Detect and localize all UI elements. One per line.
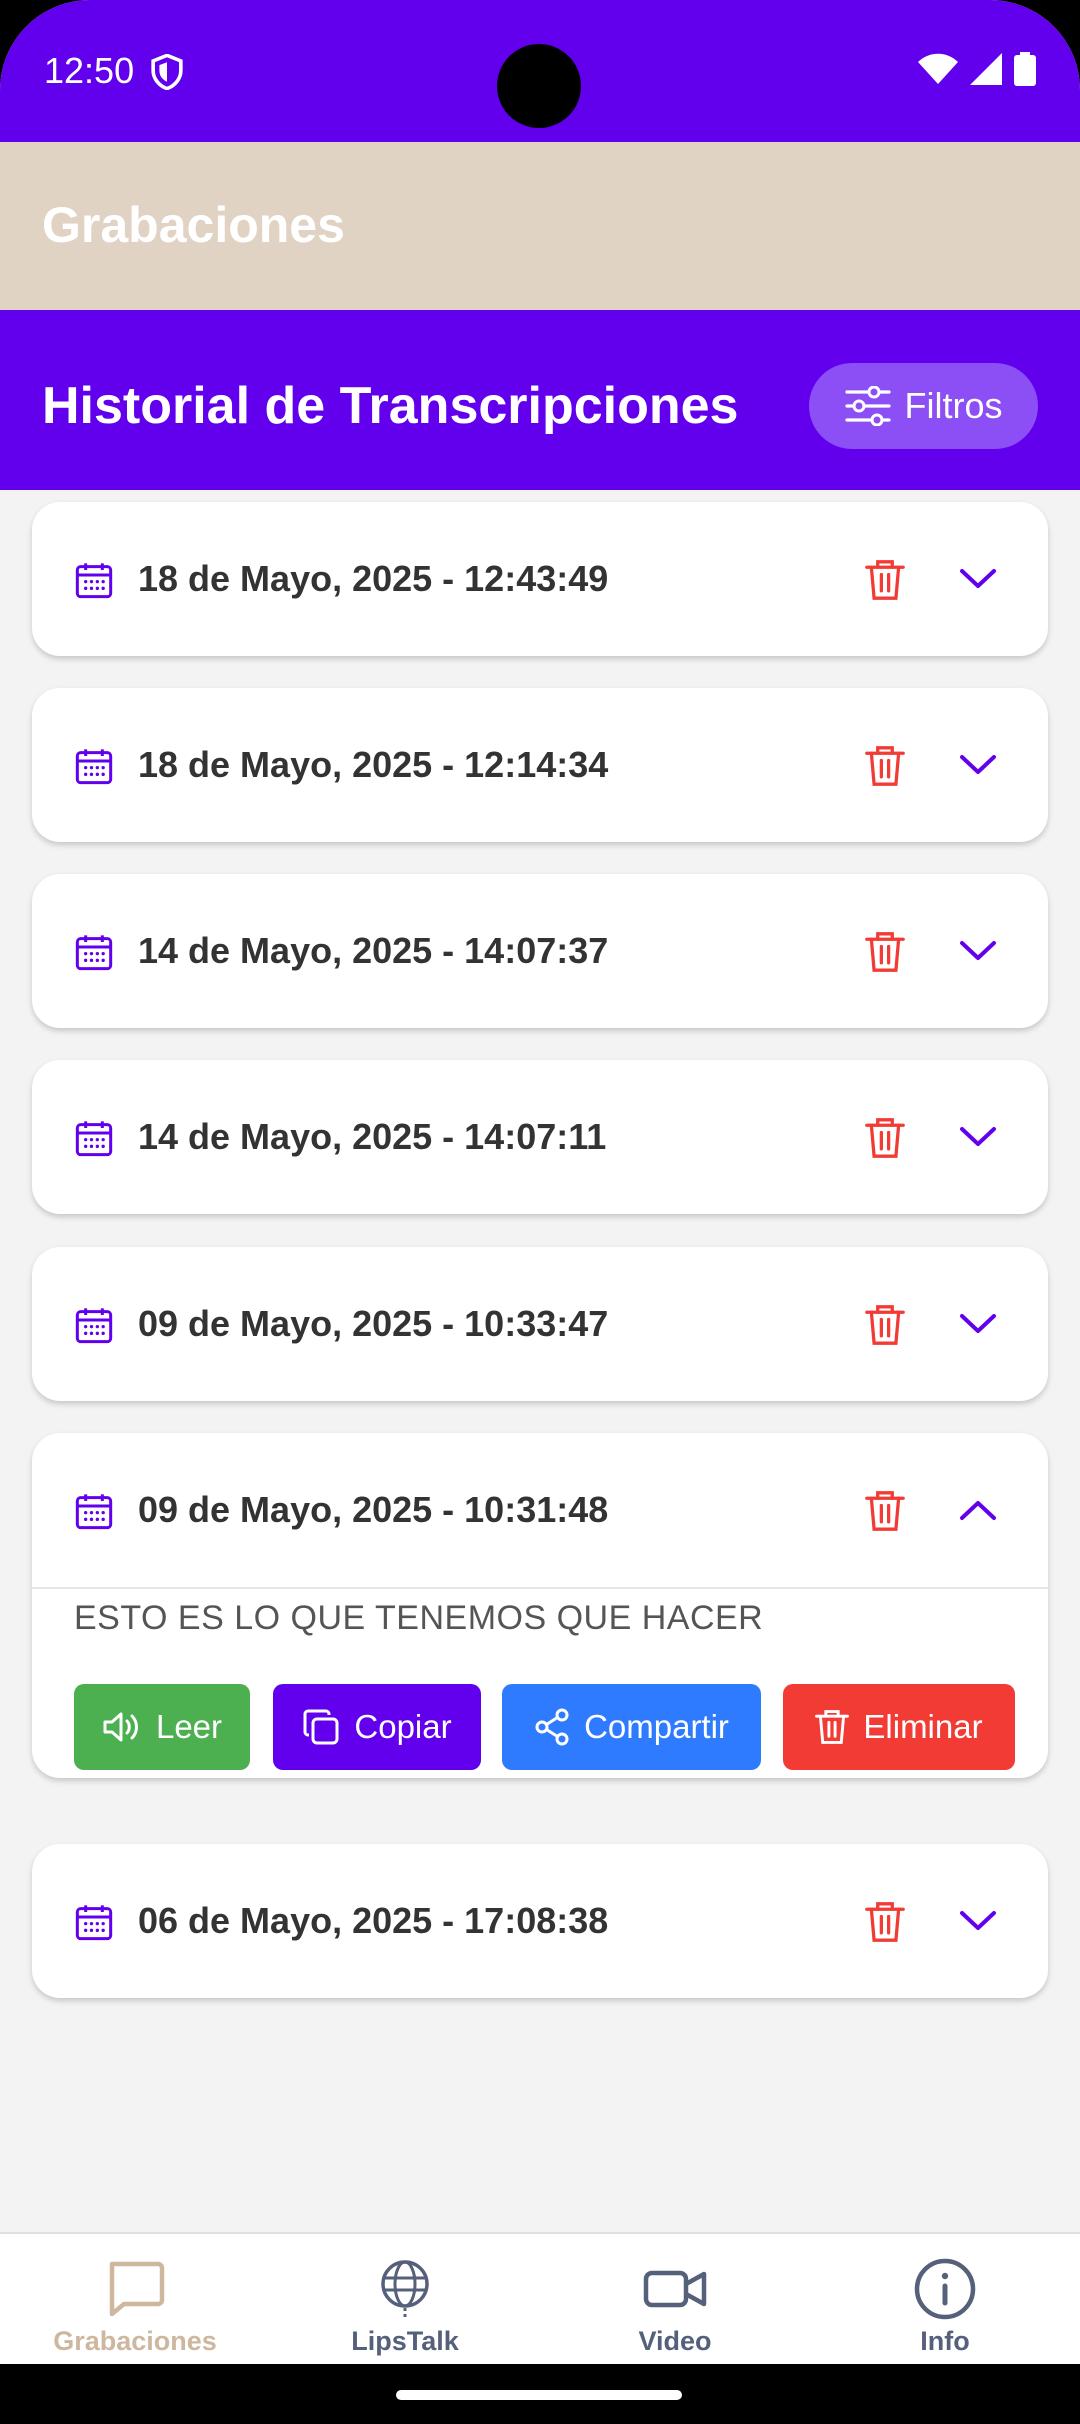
calendar-icon <box>75 563 113 599</box>
trash-icon <box>815 1710 850 1744</box>
chevron-down-icon[interactable] <box>958 750 998 780</box>
shield-icon <box>151 54 183 90</box>
transcription-text: ESTO ES LO QUE TENEMOS QUE HACER <box>74 1599 764 1637</box>
page-title: Historial de Transcripciones <box>42 377 739 435</box>
camera-cutout <box>497 44 581 128</box>
filters-label: Filtros <box>904 385 1003 426</box>
history-header: Historial de Transcripciones Filtros <box>0 310 1080 490</box>
speaker-icon <box>103 1712 138 1742</box>
nav-item-lipstalk[interactable]: LipsTalk <box>270 2256 540 2357</box>
share-button[interactable]: Compartir <box>502 1684 761 1770</box>
read-button[interactable]: Leer <box>74 1684 250 1770</box>
info-icon <box>914 2258 976 2320</box>
recording-card[interactable]: 18 de Mayo, 2025 - 12:43:49 <box>32 502 1048 656</box>
nav-item-info[interactable]: Info <box>810 2256 1080 2357</box>
calendar-icon <box>75 1905 113 1941</box>
calendar-icon <box>75 1308 113 1344</box>
chat-icon <box>109 2261 165 2317</box>
battery-icon <box>1014 52 1036 86</box>
nav-label-info: Info <box>920 2326 970 2356</box>
wifi-icon <box>918 53 958 84</box>
home-indicator[interactable] <box>396 2390 682 2400</box>
trash-icon[interactable] <box>865 744 905 788</box>
video-icon <box>643 2270 707 2308</box>
copy-icon <box>303 1709 339 1745</box>
chevron-down-icon[interactable] <box>958 936 998 966</box>
chevron-down-icon[interactable] <box>958 1309 998 1339</box>
sliders-icon <box>844 386 891 426</box>
filters-button[interactable]: Filtros <box>809 363 1038 449</box>
recording-card[interactable]: 06 de Mayo, 2025 - 17:08:38 <box>32 1844 1048 1998</box>
delete-label: Eliminar <box>863 1708 983 1745</box>
chevron-down-icon[interactable] <box>958 1122 998 1152</box>
trash-icon[interactable] <box>865 1900 905 1944</box>
recording-date: 18 de Mayo, 2025 - 12:14:34 <box>138 744 609 785</box>
signal-icon <box>970 53 1002 85</box>
delete-button[interactable]: Eliminar <box>783 1684 1015 1770</box>
calendar-icon <box>75 1494 113 1530</box>
recording-card-expanded[interactable]: 09 de Mayo, 2025 - 10:31:48 ESTO ES LO Q… <box>32 1433 1048 1778</box>
recording-date: 14 de Mayo, 2025 - 14:07:37 <box>138 930 609 971</box>
recording-date: 14 de Mayo, 2025 - 14:07:11 <box>138 1116 607 1157</box>
share-icon <box>535 1708 569 1746</box>
trash-icon[interactable] <box>865 558 905 602</box>
calendar-icon <box>75 1121 113 1157</box>
nav-label-video: Video <box>638 2326 712 2356</box>
calendar-icon <box>75 935 113 971</box>
transcription-actions: Leer Copiar Compartir Eliminar <box>32 1638 1048 1778</box>
globe-icon <box>381 2260 429 2320</box>
recording-date: 06 de Mayo, 2025 - 17:08:38 <box>138 1900 609 1941</box>
recording-card[interactable]: 09 de Mayo, 2025 - 10:33:47 <box>32 1247 1048 1401</box>
chevron-down-icon[interactable] <box>958 564 998 594</box>
calendar-icon <box>75 749 113 785</box>
status-bar: 12:50 <box>0 0 1080 142</box>
chevron-down-icon[interactable] <box>958 1906 998 1936</box>
copy-button[interactable]: Copiar <box>273 1684 481 1770</box>
chevron-up-icon[interactable] <box>958 1495 998 1525</box>
nav-item-grabaciones[interactable]: Grabaciones <box>0 2256 270 2357</box>
recording-date: 09 de Mayo, 2025 - 10:31:48 <box>138 1489 609 1530</box>
trash-icon[interactable] <box>865 1116 905 1160</box>
recording-date: 09 de Mayo, 2025 - 10:33:47 <box>138 1303 609 1344</box>
recording-card[interactable]: 14 de Mayo, 2025 - 14:07:37 <box>32 874 1048 1028</box>
trash-icon[interactable] <box>865 1303 905 1347</box>
recording-card[interactable]: 14 de Mayo, 2025 - 14:07:11 <box>32 1060 1048 1214</box>
copy-label: Copiar <box>354 1708 452 1745</box>
nav-label-grabaciones: Grabaciones <box>53 2326 217 2356</box>
app-bar-title: Grabaciones <box>42 197 345 253</box>
nav-label-lipstalk: LipsTalk <box>351 2326 459 2356</box>
trash-icon[interactable] <box>865 930 905 974</box>
trash-icon[interactable] <box>865 1489 905 1533</box>
recording-date: 18 de Mayo, 2025 - 12:43:49 <box>138 558 609 599</box>
share-label: Compartir <box>584 1708 729 1745</box>
app-bar: Grabaciones <box>0 142 1080 310</box>
read-label: Leer <box>155 1708 223 1745</box>
nav-item-video[interactable]: Video <box>540 2256 810 2357</box>
recording-card[interactable]: 18 de Mayo, 2025 - 12:14:34 <box>32 688 1048 842</box>
status-time: 12:50 <box>44 50 135 91</box>
phone-screen: 12:50 Grabaciones Historial de Transcrip… <box>0 0 1080 2424</box>
